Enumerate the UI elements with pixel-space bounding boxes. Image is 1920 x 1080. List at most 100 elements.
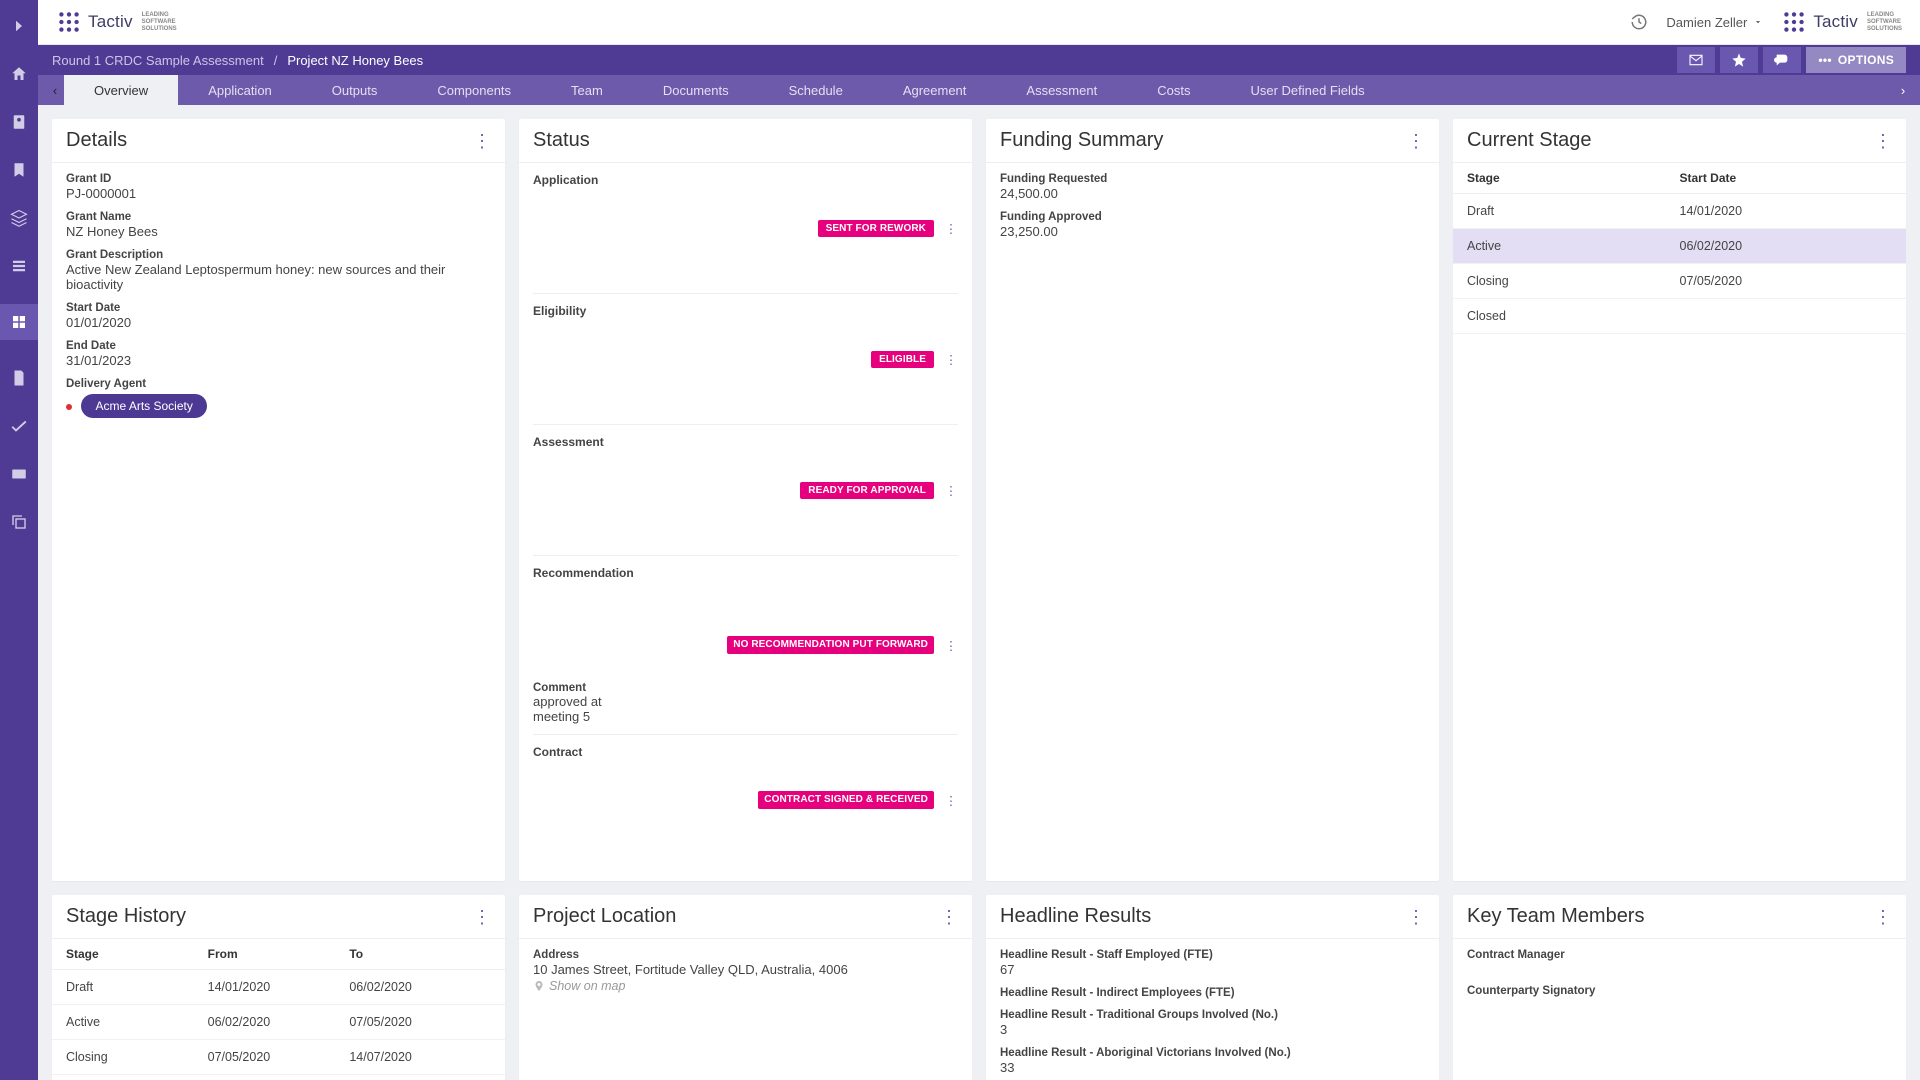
cell: 07/05/2020 [349, 1015, 491, 1029]
status-dot [66, 404, 72, 410]
show-on-map-link[interactable]: Show on map [533, 979, 958, 993]
grid-icon[interactable] [0, 304, 38, 340]
ellipsis-icon: ••• [1818, 53, 1832, 67]
layers-icon[interactable] [9, 208, 29, 228]
table-row[interactable]: Draft14/01/202006/02/2020 [52, 970, 505, 1005]
team-field: Counterparty Signatory [1467, 985, 1892, 997]
row-more-icon[interactable]: ⋮ [944, 221, 958, 236]
tab-overview[interactable]: Overview [64, 75, 178, 105]
table-row[interactable]: Closing07/05/202014/07/2020 [52, 1040, 505, 1075]
document-icon[interactable] [9, 368, 29, 388]
cell: Draft [1467, 204, 1680, 218]
row-more-icon[interactable]: ⋮ [944, 483, 958, 498]
card-icon[interactable] [9, 464, 29, 484]
user-menu[interactable]: Damien Zeller [1666, 15, 1763, 30]
label: Grant ID [66, 173, 491, 185]
tab-application[interactable]: Application [178, 75, 302, 105]
more-icon[interactable]: ⋮ [473, 908, 491, 926]
status-pill: ELIGIBLE [871, 351, 934, 368]
table-row[interactable]: Draft14/01/2020 [1453, 194, 1906, 229]
tab-schedule[interactable]: Schedule [759, 75, 873, 105]
cell: 06/02/2020 [208, 1015, 350, 1029]
tab-costs[interactable]: Costs [1127, 75, 1220, 105]
logo-sub: LEADINGSOFTWARESOLUTIONS [142, 12, 177, 33]
status-row: ContractCONTRACT SIGNED & RECEIVED⋮ [533, 735, 958, 865]
table-row[interactable]: Closed [1453, 299, 1906, 334]
headline-field: Headline Result - Staff Employed (FTE)67 [1000, 949, 1425, 977]
star-button[interactable] [1720, 47, 1758, 73]
table-row[interactable]: Active06/02/2020 [1453, 229, 1906, 264]
cell: Draft [66, 980, 208, 994]
options-label: OPTIONS [1838, 53, 1894, 67]
tab-agreement[interactable]: Agreement [873, 75, 997, 105]
cell: 07/05/2020 [208, 1050, 350, 1064]
status-label: Recommendation [533, 566, 643, 676]
status-row: Application SENT FOR REWORK ⋮ [533, 163, 958, 294]
content: Details ⋮ Grant IDPJ-0000001 Grant NameN… [38, 105, 1920, 1080]
history-icon[interactable] [1630, 13, 1648, 31]
logo-text: Tactiv [1813, 12, 1858, 32]
more-icon[interactable]: ⋮ [1874, 908, 1892, 926]
team-card: Key Team Members ⋮ Contract ManagerCount… [1453, 895, 1906, 1080]
bookmark-icon[interactable] [9, 160, 29, 180]
tab-team[interactable]: Team [541, 75, 633, 105]
agent-chip[interactable]: Acme Arts Society [81, 394, 206, 418]
contacts-icon[interactable] [9, 112, 29, 132]
card-title: Status [533, 129, 590, 152]
tabs-bar: ‹ OverviewApplicationOutputsComponentsTe… [38, 75, 1920, 105]
sidebar-expand-icon[interactable] [9, 16, 29, 36]
more-icon[interactable]: ⋮ [473, 132, 491, 150]
label: Funding Requested [1000, 173, 1425, 185]
tab-user-defined-fields[interactable]: User Defined Fields [1220, 75, 1394, 105]
cell: Closing [66, 1050, 208, 1064]
tabs-left-arrow[interactable]: ‹ [46, 83, 64, 98]
logo-left[interactable]: Tactiv LEADINGSOFTWARESOLUTIONS [56, 9, 177, 35]
table-row[interactable]: Active14/07/2020 [52, 1075, 505, 1080]
value: 23,250.00 [1000, 224, 1425, 239]
home-icon[interactable] [9, 64, 29, 84]
value: Active New Zealand Leptospermum honey: n… [66, 262, 491, 292]
tab-documents[interactable]: Documents [633, 75, 759, 105]
options-button[interactable]: ••• OPTIONS [1806, 47, 1906, 73]
row-more-icon[interactable]: ⋮ [944, 352, 958, 367]
logo-right[interactable]: Tactiv LEADINGSOFTWARESOLUTIONS [1781, 9, 1902, 35]
breadcrumb-parent[interactable]: Round 1 CRDC Sample Assessment [52, 53, 264, 68]
label: Contract Manager [1467, 949, 1892, 961]
col-header: Stage [66, 947, 208, 961]
copy-icon[interactable] [9, 512, 29, 532]
chat-button[interactable] [1763, 47, 1801, 73]
more-icon[interactable]: ⋮ [1407, 132, 1425, 150]
card-title: Headline Results [1000, 905, 1151, 928]
status-pill: CONTRACT SIGNED & RECEIVED [758, 791, 934, 809]
tab-outputs[interactable]: Outputs [302, 75, 408, 105]
status-label: Application [533, 173, 643, 283]
table-row[interactable]: Closing07/05/2020 [1453, 264, 1906, 299]
card-title: Stage History [66, 905, 186, 928]
check-icon[interactable] [9, 416, 29, 436]
label: Funding Approved [1000, 211, 1425, 223]
map-link-text: Show on map [549, 979, 625, 993]
status-pill: SENT FOR REWORK [818, 220, 934, 237]
row-more-icon[interactable]: ⋮ [944, 638, 958, 653]
headline-field: Headline Result - Aboriginal Victorians … [1000, 1047, 1425, 1075]
more-icon[interactable]: ⋮ [940, 908, 958, 926]
table-row[interactable]: Active06/02/202007/05/2020 [52, 1005, 505, 1040]
card-title: Details [66, 129, 127, 152]
label: Headline Result - Traditional Groups Inv… [1000, 1009, 1425, 1021]
list-icon[interactable] [9, 256, 29, 276]
tab-assessment[interactable]: Assessment [996, 75, 1127, 105]
more-icon[interactable]: ⋮ [1874, 132, 1892, 150]
stage-history-card: Stage History ⋮ StageFromTo Draft14/01/2… [52, 895, 505, 1080]
tabs-right-arrow[interactable]: › [1894, 83, 1912, 98]
label: Address [533, 949, 958, 961]
tab-components[interactable]: Components [407, 75, 541, 105]
label: Headline Result - Aboriginal Victorians … [1000, 1047, 1425, 1059]
mail-button[interactable] [1677, 47, 1715, 73]
cell [1680, 309, 1893, 323]
funding-card: Funding Summary ⋮ Funding Requested24,50… [986, 119, 1439, 881]
card-title: Funding Summary [1000, 129, 1163, 152]
breadcrumb-sep: / [274, 53, 278, 68]
more-icon[interactable]: ⋮ [1407, 908, 1425, 926]
value: 31/01/2023 [66, 353, 491, 368]
row-more-icon[interactable]: ⋮ [944, 793, 958, 808]
